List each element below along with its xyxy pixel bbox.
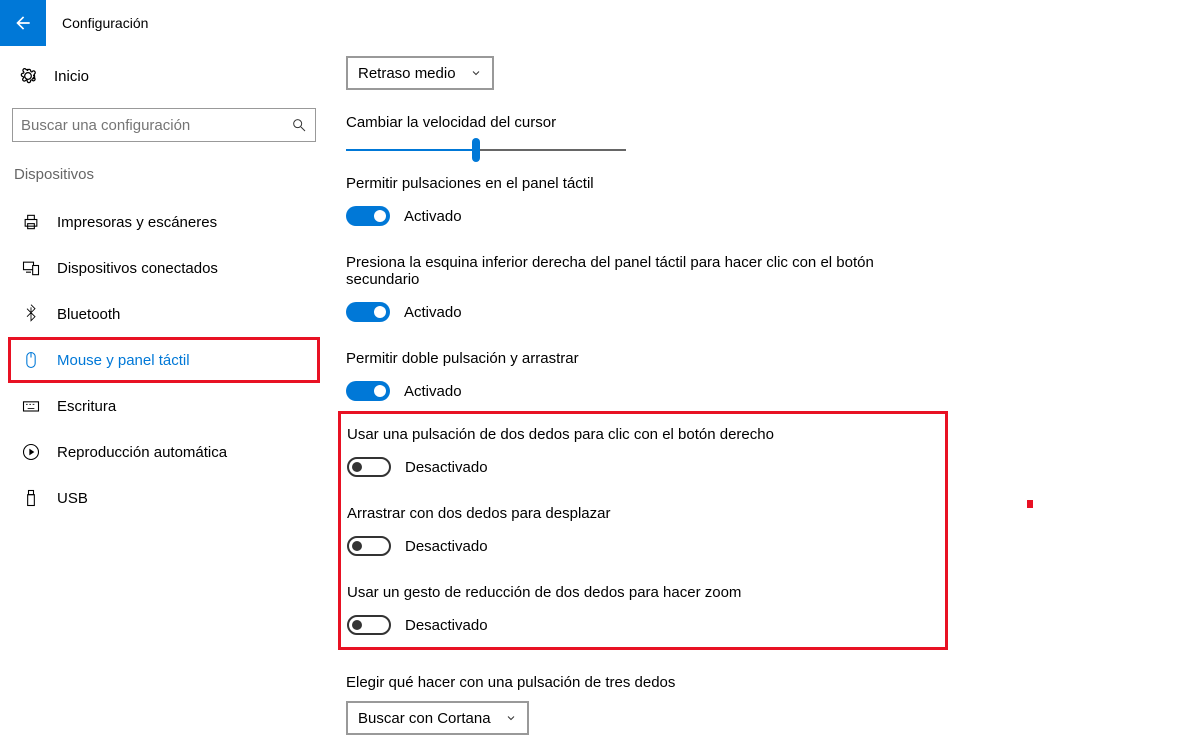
main-content: Retraso medio Cambiar la velocidad del c… [328, 56, 1189, 735]
two-finger-scroll-toggle[interactable] [347, 536, 391, 556]
corner-click-toggle[interactable] [346, 302, 390, 322]
slider-thumb[interactable] [472, 138, 480, 162]
sidebar-item-label: Reproducción automática [57, 444, 227, 461]
sidebar-item-label: Mouse y panel táctil [57, 352, 190, 369]
red-marker [1027, 500, 1033, 508]
three-finger-label: Elegir qué hacer con una pulsación de tr… [346, 674, 1149, 691]
toggle-state: Desactivado [405, 459, 488, 476]
keyboard-icon [21, 396, 41, 416]
devices-icon [21, 258, 41, 278]
chevron-down-icon [505, 712, 517, 724]
three-finger-dropdown[interactable]: Buscar con Cortana [346, 701, 529, 735]
toggle-state: Activado [404, 304, 462, 321]
sidebar-item-bluetooth[interactable]: Bluetooth [8, 291, 320, 337]
sidebar-item-mouse-touchpad[interactable]: Mouse y panel táctil [8, 337, 320, 383]
sidebar-item-connected[interactable]: Dispositivos conectados [8, 245, 320, 291]
sidebar-item-label: USB [57, 490, 88, 507]
sidebar-item-autoplay[interactable]: Reproducción automática [8, 429, 320, 475]
dropdown-label: Retraso medio [358, 65, 456, 82]
two-finger-zoom-toggle[interactable] [347, 615, 391, 635]
toggle-label: Permitir pulsaciones en el panel táctil [346, 175, 1149, 192]
printer-icon [21, 212, 41, 232]
toggle-label: Presiona la esquina inferior derecha del… [346, 254, 906, 288]
window-title: Configuración [62, 15, 148, 31]
autoplay-icon [21, 442, 41, 462]
double-tap-drag-toggle[interactable] [346, 381, 390, 401]
category-header: Dispositivos [8, 166, 320, 183]
toggle-label: Permitir doble pulsación y arrastrar [346, 350, 1149, 367]
toggle-state: Activado [404, 208, 462, 225]
sidebar-item-printers[interactable]: Impresoras y escáneres [8, 199, 320, 245]
home-link[interactable]: Inicio [8, 56, 320, 96]
sidebar-item-typing[interactable]: Escritura [8, 383, 320, 429]
toggle-state: Desactivado [405, 617, 488, 634]
toggle-label: Usar una pulsación de dos dedos para cli… [347, 426, 943, 443]
dropdown-label: Buscar con Cortana [358, 710, 491, 727]
cursor-speed-slider[interactable] [346, 149, 626, 151]
sidebar-item-usb[interactable]: USB [8, 475, 320, 521]
toggle-state: Activado [404, 383, 462, 400]
two-finger-right-toggle[interactable] [347, 457, 391, 477]
chevron-down-icon [470, 67, 482, 79]
toggle-state: Desactivado [405, 538, 488, 555]
highlighted-options-group: Usar una pulsación de dos dedos para cli… [338, 411, 948, 650]
titlebar: Configuración [0, 0, 1189, 46]
search-input[interactable] [21, 117, 291, 134]
home-label: Inicio [54, 68, 89, 85]
delay-dropdown[interactable]: Retraso medio [346, 56, 494, 90]
toggle-label: Arrastrar con dos dedos para desplazar [347, 505, 943, 522]
allow-taps-toggle[interactable] [346, 206, 390, 226]
back-button[interactable] [0, 0, 46, 46]
sidebar-item-label: Escritura [57, 398, 116, 415]
search-icon [291, 117, 307, 133]
sidebar-item-label: Impresoras y escáneres [57, 214, 217, 231]
usb-icon [21, 488, 41, 508]
arrow-left-icon [13, 13, 33, 33]
gear-icon [18, 66, 38, 86]
search-box[interactable] [12, 108, 316, 142]
sidebar: Inicio Dispositivos Impresoras y escáner… [0, 56, 328, 735]
toggle-label: Usar un gesto de reducción de dos dedos … [347, 584, 943, 601]
sidebar-item-label: Bluetooth [57, 306, 120, 323]
mouse-icon [21, 350, 41, 370]
sidebar-item-label: Dispositivos conectados [57, 260, 218, 277]
cursor-speed-label: Cambiar la velocidad del cursor [346, 114, 1149, 131]
bluetooth-icon [21, 304, 41, 324]
